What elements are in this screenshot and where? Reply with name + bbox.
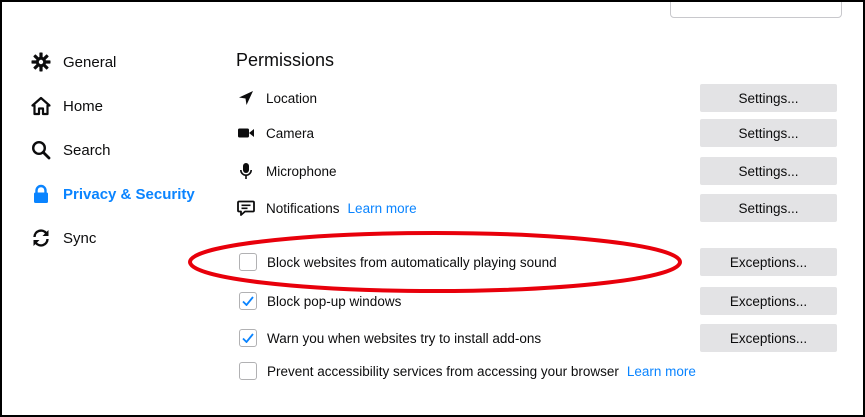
sidebar-item-home[interactable]: Home <box>30 84 220 128</box>
gear-icon <box>30 51 52 73</box>
sync-icon <box>30 227 52 249</box>
permission-label: Location <box>266 90 318 106</box>
camera-icon <box>235 122 257 144</box>
sidebar-item-label: Search <box>63 141 111 159</box>
section-title-permissions: Permissions <box>236 50 335 70</box>
notifications-settings-button[interactable]: Settings... <box>700 194 837 222</box>
block-autoplay-checkbox[interactable] <box>239 253 257 271</box>
checkbox-label: Block pop-up windows <box>267 293 402 309</box>
sidebar-item-search[interactable]: Search <box>30 128 220 172</box>
sidebar-item-label: Sync <box>63 229 97 247</box>
sidebar-item-label: Privacy & Security <box>63 185 195 203</box>
permission-row-location: Location Settings... <box>235 84 837 112</box>
sidebar-item-label: Home <box>63 97 104 115</box>
checkbox-row-block-autoplay: Block websites from automatically playin… <box>239 248 837 276</box>
addons-exceptions-button[interactable]: Exceptions... <box>700 324 837 352</box>
sidebar-item-general[interactable]: General <box>30 40 220 84</box>
block-popups-checkbox[interactable] <box>239 292 257 310</box>
permission-label: Notifications <box>266 200 340 216</box>
sidebar-item-label: General <box>63 53 117 71</box>
preferences-window: General Home Search Privacy & Security S… <box>0 0 865 417</box>
prevent-accessibility-checkbox[interactable] <box>239 362 257 380</box>
sidebar: General Home Search Privacy & Security S… <box>30 40 220 260</box>
checkbox-row-warn-addons: Warn you when websites try to install ad… <box>239 324 837 352</box>
permission-row-notifications: Notifications Learn more Settings... <box>235 194 837 222</box>
main-content: Permissions Location Settings... Camera … <box>235 2 863 415</box>
permission-row-microphone: Microphone Settings... <box>235 157 837 185</box>
checkbox-label: Block websites from automatically playin… <box>267 254 557 270</box>
autoplay-exceptions-button[interactable]: Exceptions... <box>700 248 837 276</box>
location-settings-button[interactable]: Settings... <box>700 84 837 112</box>
popups-exceptions-button[interactable]: Exceptions... <box>700 287 837 315</box>
location-arrow-icon <box>235 87 257 109</box>
checkbox-label: Warn you when websites try to install ad… <box>267 330 542 346</box>
checkbox-label: Prevent accessibility services from acce… <box>267 363 619 379</box>
microphone-icon <box>235 160 257 182</box>
sidebar-item-privacy-security[interactable]: Privacy & Security <box>30 172 220 216</box>
warn-addons-checkbox[interactable] <box>239 329 257 347</box>
microphone-settings-button[interactable]: Settings... <box>700 157 837 185</box>
lock-icon <box>30 183 52 205</box>
search-icon <box>30 139 52 161</box>
notification-icon <box>235 197 257 219</box>
notifications-learn-more-link[interactable]: Learn more <box>348 201 417 216</box>
accessibility-learn-more-link[interactable]: Learn more <box>627 364 696 379</box>
permission-label: Microphone <box>266 163 337 179</box>
sidebar-item-sync[interactable]: Sync <box>30 216 220 260</box>
checkbox-row-prevent-accessibility: Prevent accessibility services from acce… <box>239 357 837 385</box>
permission-label: Camera <box>266 125 315 141</box>
camera-settings-button[interactable]: Settings... <box>700 119 837 147</box>
checkbox-row-block-popups: Block pop-up windows Exceptions... <box>239 287 837 315</box>
permission-row-camera: Camera Settings... <box>235 119 837 147</box>
home-icon <box>30 95 52 117</box>
